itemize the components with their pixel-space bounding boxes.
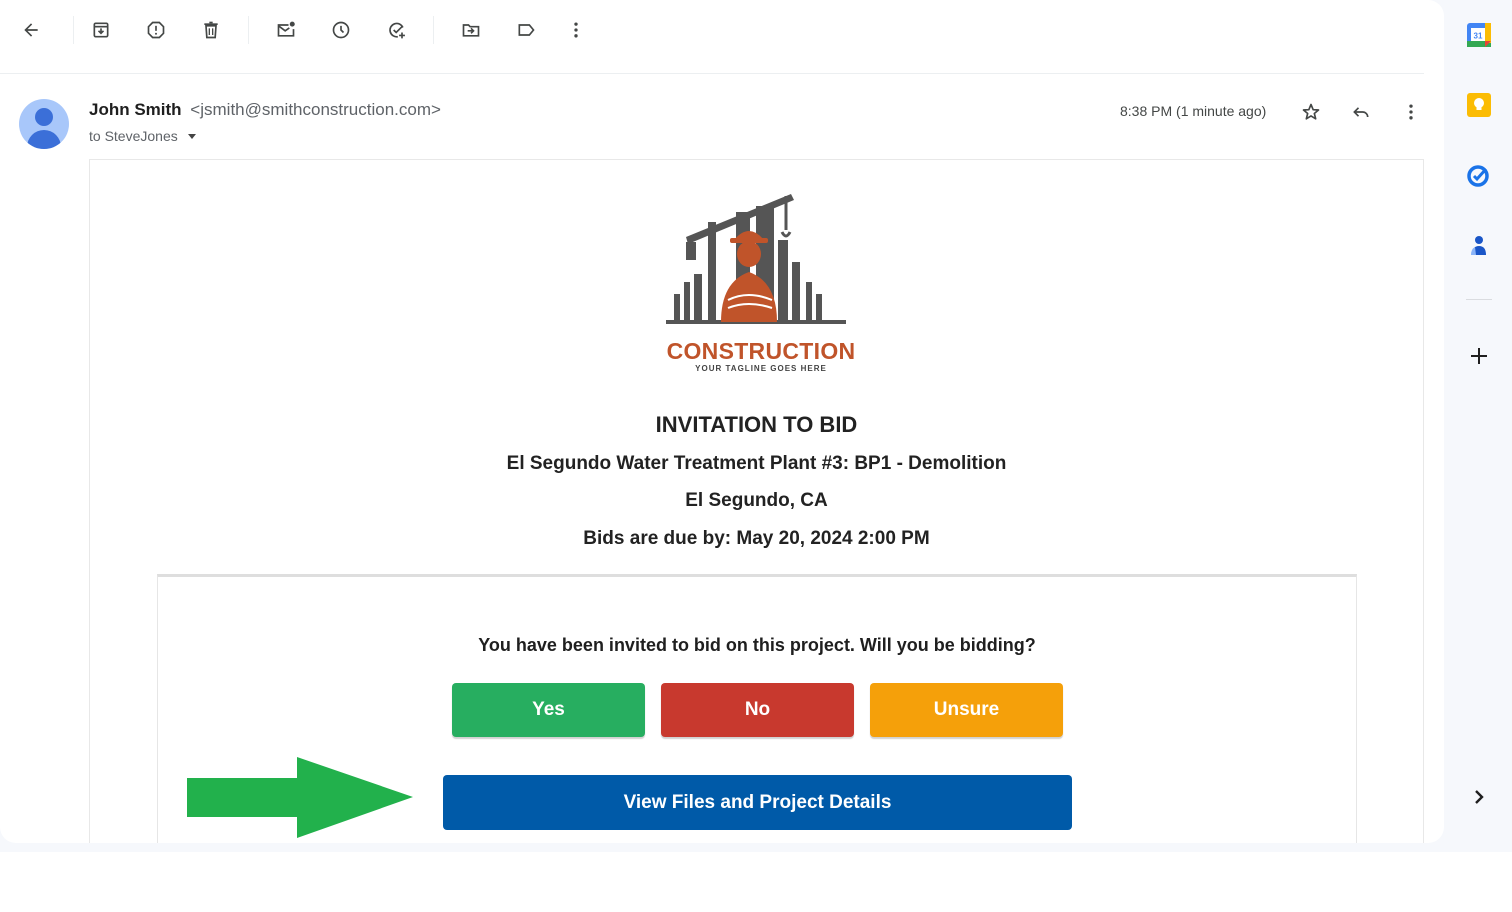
reply-icon [1353, 107, 1369, 118]
calendar-icon: 31 [1467, 23, 1491, 47]
keep-app-button[interactable] [1466, 92, 1492, 118]
label-icon [518, 24, 535, 36]
project-location: El Segundo, CA [685, 490, 828, 511]
report-icon [147, 21, 165, 39]
show-details-caret-icon[interactable] [187, 133, 196, 139]
back-button[interactable] [13, 12, 49, 48]
recipient-text: to SteveJones [89, 128, 178, 144]
move-to-button[interactable] [453, 12, 489, 48]
expand-side-panel-button[interactable] [1466, 784, 1492, 810]
avatar-body [27, 130, 61, 149]
unsure-button[interactable]: Unsure [870, 683, 1063, 737]
add-task-icon [389, 22, 405, 39]
more-vert-icon [1409, 104, 1413, 120]
message-panel: John Smith <jsmith@smithconstruction.com… [0, 0, 1444, 843]
contacts-icon [1471, 236, 1486, 255]
invitation-heading: INVITATION TO BID [655, 412, 858, 437]
tasks-icon [1467, 165, 1489, 187]
clock-icon [332, 21, 350, 39]
add-to-tasks-button[interactable] [379, 12, 415, 48]
archive-icon [93, 22, 109, 38]
bid-question: You have been invited to bid on this pro… [478, 635, 1036, 655]
message-more-button[interactable] [1395, 96, 1427, 128]
reply-button[interactable] [1345, 96, 1377, 128]
message-time: 8:38 PM (1 minute ago) [1120, 103, 1267, 119]
contacts-app-button[interactable] [1466, 232, 1492, 258]
get-addons-button[interactable] [1466, 343, 1492, 369]
no-button[interactable]: No [661, 683, 854, 737]
construction-logo-icon [666, 194, 846, 324]
view-files-button[interactable]: View Files and Project Details [443, 775, 1072, 830]
tasks-app-button[interactable] [1466, 162, 1492, 188]
side-panel: 31 [1444, 0, 1512, 852]
star-button[interactable] [1295, 96, 1327, 128]
toolbar-divider [433, 16, 434, 44]
star-icon [1302, 103, 1320, 120]
sender-line: John Smith <jsmith@smithconstruction.com… [89, 100, 441, 120]
toolbar-divider [73, 16, 74, 44]
yes-button[interactable]: Yes [452, 683, 645, 737]
plus-icon [1471, 348, 1487, 364]
gmail-app: John Smith <jsmith@smithconstruction.com… [0, 0, 1512, 852]
toolbar-divider [248, 16, 249, 44]
mark-unread-button[interactable] [268, 12, 304, 48]
folder-move-icon [462, 24, 480, 37]
trash-icon [204, 21, 218, 39]
calendar-app-button[interactable]: 31 [1466, 22, 1492, 48]
avatar-head [35, 108, 53, 126]
report-spam-button[interactable] [138, 12, 174, 48]
snooze-button[interactable] [323, 12, 359, 48]
sender-email: <jsmith@smithconstruction.com> [190, 100, 441, 119]
sender-avatar[interactable] [19, 99, 69, 149]
message-toolbar [0, 0, 1444, 60]
sender-name[interactable]: John Smith [89, 100, 182, 119]
more-vert-icon [574, 22, 578, 38]
labels-button[interactable] [508, 12, 544, 48]
chevron-right-icon [1475, 790, 1484, 804]
toolbar-divider-line [0, 73, 1424, 74]
more-button[interactable] [558, 12, 594, 48]
side-panel-divider [1466, 299, 1492, 300]
delete-button[interactable] [193, 12, 229, 48]
arrow-back-icon [24, 23, 38, 37]
company-logo: CONSTRUCTION YOUR TAGLINE GOES HERE [666, 182, 856, 373]
recipient-line: to SteveJones [89, 128, 196, 144]
logo-tagline: YOUR TAGLINE GOES HERE [695, 364, 827, 373]
svg-text:31: 31 [1474, 32, 1483, 41]
archive-button[interactable] [83, 12, 119, 48]
keep-icon [1467, 93, 1491, 117]
green-arrow-icon [187, 757, 413, 838]
page-bottom [0, 852, 1512, 912]
email-body: CONSTRUCTION YOUR TAGLINE GOES HERE INVI… [89, 159, 1424, 843]
mark-unread-icon [277, 21, 295, 37]
logo-title: CONSTRUCTION [666, 338, 856, 364]
project-name: El Segundo Water Treatment Plant #3: BP1… [506, 453, 1007, 474]
bid-due-date: Bids are due by: May 20, 2024 2:00 PM [583, 528, 930, 549]
